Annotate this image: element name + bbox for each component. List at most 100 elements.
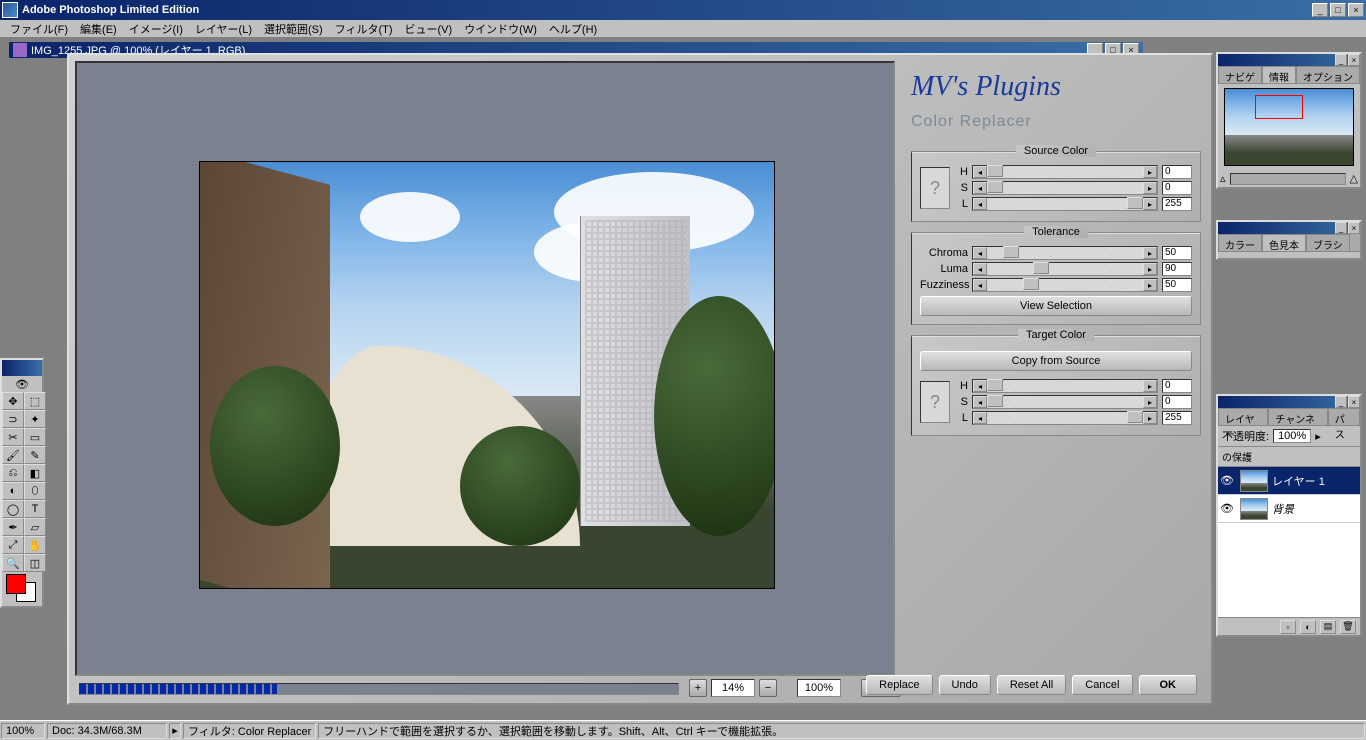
menu-help[interactable]: ヘルプ(H): [543, 20, 603, 38]
slice-tool-icon[interactable]: ▭: [24, 428, 46, 446]
eraser-tool-icon[interactable]: ◧: [24, 464, 46, 482]
channels-tab[interactable]: チャンネル: [1268, 408, 1327, 425]
panel-close-icon[interactable]: ×: [1348, 222, 1360, 234]
source-h-slider[interactable]: ◂▸: [972, 165, 1158, 179]
paths-tab[interactable]: パス: [1328, 408, 1360, 425]
source-l-value[interactable]: 255: [1162, 197, 1192, 211]
cancel-button[interactable]: Cancel: [1072, 675, 1132, 695]
nav-zoom-slider[interactable]: [1230, 173, 1346, 185]
fuzz-value[interactable]: 50: [1162, 278, 1192, 292]
notes-tool-icon[interactable]: ◫: [24, 554, 46, 572]
preview-image[interactable]: [199, 161, 775, 589]
swatches-tab[interactable]: 色見本: [1262, 234, 1306, 251]
target-s-slider[interactable]: ◂▸: [972, 395, 1158, 409]
marquee-tool-icon[interactable]: ⬚: [24, 392, 46, 410]
brush-tool-icon[interactable]: 🖌: [2, 446, 24, 464]
color-tab[interactable]: カラー: [1218, 234, 1262, 251]
source-s-slider[interactable]: ◂▸: [972, 181, 1158, 195]
layer-name[interactable]: レイヤー 1: [1272, 473, 1325, 489]
menu-select[interactable]: 選択範囲(S): [258, 20, 329, 38]
zoom-value[interactable]: 14%: [711, 679, 755, 697]
layers-tab[interactable]: レイヤー: [1218, 408, 1268, 425]
target-l-slider[interactable]: ◂▸: [972, 411, 1158, 425]
opacity-dropdown-icon[interactable]: ▸: [1315, 430, 1321, 443]
brushes-tab[interactable]: ブラシ: [1306, 234, 1350, 251]
panel-minimize-icon[interactable]: _: [1335, 54, 1347, 66]
menu-view[interactable]: ビュー(V): [399, 20, 459, 38]
opacity-value[interactable]: 100%: [1273, 429, 1311, 443]
wand-tool-icon[interactable]: ✦: [24, 410, 46, 428]
target-h-value[interactable]: 0: [1162, 379, 1192, 393]
layer-item[interactable]: 👁 背景: [1218, 495, 1360, 523]
layer-visibility-icon[interactable]: 👁: [1218, 502, 1236, 515]
panel-close-icon[interactable]: ×: [1348, 54, 1360, 66]
pen-tool-icon[interactable]: ✒: [2, 518, 24, 536]
color-swatches[interactable]: [2, 572, 42, 606]
type-tool-icon[interactable]: T: [24, 500, 46, 518]
panel-minimize-icon[interactable]: _: [1335, 222, 1347, 234]
move-tool-icon[interactable]: ✥: [2, 392, 24, 410]
layer-item[interactable]: 👁 レイヤー 1: [1218, 467, 1360, 495]
zoom-in-button[interactable]: +: [689, 679, 707, 697]
new-layer-icon[interactable]: ▫: [1280, 620, 1296, 634]
copy-from-source-button[interactable]: Copy from Source: [920, 351, 1192, 371]
target-s-value[interactable]: 0: [1162, 395, 1192, 409]
navigator-preview[interactable]: [1224, 88, 1354, 166]
zoom-tool-icon[interactable]: 🔍: [2, 554, 24, 572]
view-selection-button[interactable]: View Selection: [920, 296, 1192, 316]
status-dropdown-icon[interactable]: ▸: [169, 723, 181, 739]
undo-button[interactable]: Undo: [939, 675, 991, 695]
eyedropper-tool-icon[interactable]: ⤢: [2, 536, 24, 554]
menu-file[interactable]: ファイル(F): [4, 20, 74, 38]
replace-button[interactable]: Replace: [866, 675, 932, 695]
options-tab[interactable]: オプション: [1296, 66, 1360, 83]
hand-tool-icon[interactable]: ✋: [24, 536, 46, 554]
menu-filter[interactable]: フィルタ(T): [329, 20, 399, 38]
stamp-tool-icon[interactable]: ⎌: [2, 464, 24, 482]
crop-tool-icon[interactable]: ✂: [2, 428, 24, 446]
layer-name[interactable]: 背景: [1272, 501, 1294, 517]
menu-edit[interactable]: 編集(E): [74, 20, 123, 38]
mask-icon[interactable]: ◐: [1300, 620, 1316, 634]
ok-button[interactable]: OK: [1139, 675, 1198, 695]
trash-icon[interactable]: 🗑: [1340, 620, 1356, 634]
source-s-value[interactable]: 0: [1162, 181, 1192, 195]
reset-button[interactable]: Reset All: [997, 675, 1066, 695]
zoom-out-icon[interactable]: ▵: [1220, 172, 1226, 185]
zoom-out-button[interactable]: −: [759, 679, 777, 697]
fuzz-slider[interactable]: ◂▸: [972, 278, 1158, 292]
source-swatch[interactable]: ?: [920, 167, 950, 209]
layer-thumbnail[interactable]: [1240, 498, 1268, 520]
lasso-tool-icon[interactable]: ⊃: [2, 410, 24, 428]
luma-value[interactable]: 90: [1162, 262, 1192, 276]
status-zoom[interactable]: 100%: [1, 723, 45, 739]
layer-visibility-icon[interactable]: 👁: [1218, 474, 1236, 487]
source-l-slider[interactable]: ◂▸: [972, 197, 1158, 211]
zoom-100-box[interactable]: 100%: [797, 679, 841, 697]
luma-slider[interactable]: ◂▸: [972, 262, 1158, 276]
pencil-tool-icon[interactable]: ✎: [24, 446, 46, 464]
blur-tool-icon[interactable]: ⬯: [24, 482, 46, 500]
navigator-view-rect[interactable]: [1255, 95, 1303, 119]
close-button[interactable]: ×: [1348, 3, 1364, 17]
target-swatch[interactable]: ?: [920, 381, 950, 423]
menu-image[interactable]: イメージ(I): [123, 20, 189, 38]
zoom-in-icon[interactable]: △: [1350, 172, 1358, 185]
layer-thumbnail[interactable]: [1240, 470, 1268, 492]
new-doc-icon[interactable]: ▤: [1320, 620, 1336, 634]
fg-color-swatch[interactable]: [6, 574, 26, 594]
maximize-button[interactable]: □: [1330, 3, 1346, 17]
nav-tab[interactable]: ナビゲ: [1218, 66, 1262, 83]
source-h-value[interactable]: 0: [1162, 165, 1192, 179]
chroma-slider[interactable]: ◂▸: [972, 246, 1158, 260]
toolbox-header[interactable]: [2, 360, 42, 376]
shape-tool-icon[interactable]: ▱: [24, 518, 46, 536]
target-l-value[interactable]: 255: [1162, 411, 1192, 425]
gradient-tool-icon[interactable]: ◐: [2, 482, 24, 500]
panel-minimize-icon[interactable]: _: [1335, 396, 1347, 408]
dodge-tool-icon[interactable]: ◯: [2, 500, 24, 518]
target-h-slider[interactable]: ◂▸: [972, 379, 1158, 393]
panel-close-icon[interactable]: ×: [1348, 396, 1360, 408]
info-tab[interactable]: 情報: [1262, 66, 1296, 83]
chroma-value[interactable]: 50: [1162, 246, 1192, 260]
